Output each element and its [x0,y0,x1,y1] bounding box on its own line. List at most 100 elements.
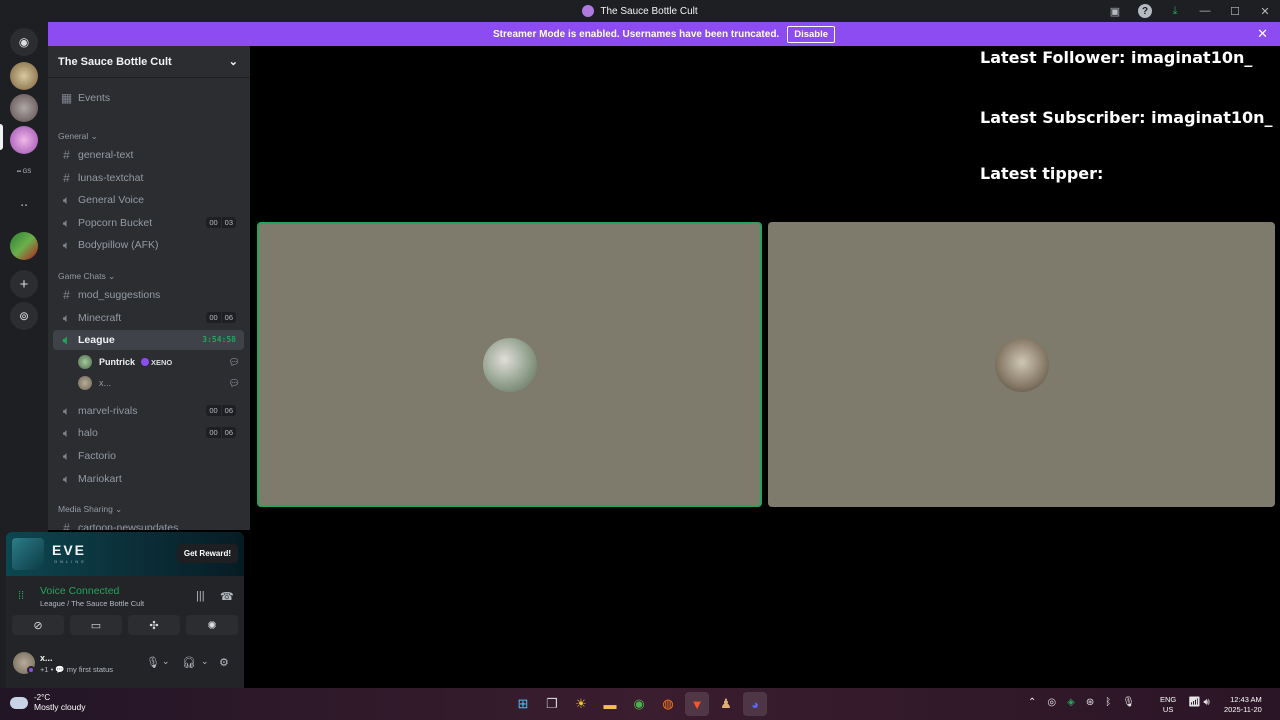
channel-minecraft[interactable]: 🔈︎ Minecraft 00 06 [53,308,244,328]
discord-icon[interactable]: ◕ [743,692,767,716]
minimize-button[interactable]: — [1190,0,1220,22]
user-count: 00 [206,427,221,438]
signal-icon[interactable]: ⁞⁞ [18,590,24,602]
guild-header[interactable]: The Sauce Bottle Cult ⌄ [48,46,250,78]
channel-mod-suggestions[interactable]: # mod_suggestions [53,285,244,305]
selected-server-pill [0,124,3,150]
channel-factorio[interactable]: 🔈︎ Factorio [53,446,244,466]
user-limit: 06 [221,427,236,438]
category-media-sharing[interactable]: Media Sharing ⌄ [58,504,122,515]
user-limit-badge: 00 06 [205,312,236,323]
channel-general-voice[interactable]: 🔈︎ General Voice [53,190,244,210]
hash-icon: # [63,148,70,162]
bluetooth-icon[interactable]: ᛒ [1105,697,1111,708]
chat-bubble-icon: 💬︎ [228,377,240,388]
nvidia-icon[interactable]: ◈ [1067,697,1075,708]
user-count: 00 [206,217,221,228]
channel-label: cartoon-newsupdates [78,522,179,530]
voice-user-name: x... [99,378,112,388]
microphone-icon[interactable]: 🎙︎ [1122,697,1135,708]
add-server-icon[interactable]: + [10,270,38,298]
voice-location[interactable]: League / The Sauce Bottle Cult [40,599,144,608]
microphone-icon[interactable]: 🎙︎ [146,656,160,669]
firefox-icon[interactable]: ◍ [656,692,680,716]
maximize-button[interactable]: ☐ [1220,0,1250,22]
channel-lunas-textchat[interactable]: # lunas-textchat [53,168,244,188]
channel-bodypillow[interactable]: 🔈︎ Bodypillow (AFK) [53,235,244,255]
activities-button[interactable]: ✣ [128,615,180,635]
guild-tag: XENO [141,358,172,367]
close-button[interactable]: ✕ [1250,0,1280,22]
promo-banner[interactable]: EVE ONLINE Get Reward! [6,532,244,576]
game-app-icon[interactable]: ♟ [714,692,738,716]
windows-start-icon[interactable]: ⊞ [511,692,535,716]
voice-user[interactable]: Puntrick XENO 💬︎ [78,353,244,371]
voice-status[interactable]: Voice Connected [40,585,119,597]
chrome-icon[interactable]: ◉ [627,692,651,716]
file-explorer-icon[interactable]: ▬ [598,692,622,716]
channel-general-text[interactable]: # general-text [53,145,244,165]
status-indicator [27,666,35,674]
input-language[interactable]: ENG US [1160,695,1176,715]
discover-icon[interactable]: ⊚ [10,302,38,330]
get-reward-button[interactable]: Get Reward! [176,544,238,563]
server-folder-icon[interactable]: ▪ ▪ [10,192,38,220]
clock[interactable]: 12:43 AM 2025-11-20 [1224,695,1262,715]
task-view-icon[interactable]: ❐ [540,692,564,716]
speaker-icon: 🔈︎ [62,425,71,440]
promo-brand: EVE [52,542,87,558]
noise-suppression-icon[interactable]: ||| [196,590,205,602]
steam-icon[interactable]: ◎ [1047,697,1056,708]
call-timer: 3:54:58 [202,335,236,344]
channel-label: general-text [78,149,134,161]
help-icon[interactable]: ? [1138,4,1152,18]
disable-button[interactable]: Disable [787,25,835,43]
server-folder-icon[interactable] [10,232,38,260]
hash-icon: # [63,288,70,302]
download-icon[interactable]: ⤓ [1160,0,1190,22]
channel-halo[interactable]: 🔈︎ halo 00 06 [53,423,244,443]
inbox-icon[interactable]: ▣ [1100,0,1130,22]
server-icon[interactable] [10,94,38,122]
category-general[interactable]: General ⌄ [58,131,98,142]
screen-share-button[interactable]: ▭ [70,615,122,635]
server-icon-selected[interactable] [10,126,38,154]
camera-off-button[interactable]: ⊘ [12,615,64,635]
channel-label: Minecraft [78,312,122,324]
voice-user[interactable]: x... 💬︎ [78,374,244,392]
chevron-down-icon[interactable]: ⌄ [201,656,209,667]
security-icon[interactable]: ⊛ [1086,697,1094,708]
custom-status[interactable]: +1 • 💬 my first status [40,665,113,674]
channel-league[interactable]: 🔈︎ League 3:54:58 [53,330,244,350]
user-count: 00 [206,405,221,416]
chevron-up-icon[interactable]: ⌃ [1028,697,1036,708]
disconnect-icon[interactable]: ☎ [220,590,234,603]
widgets-icon[interactable]: ☀ [569,692,593,716]
weather-widget[interactable]: -2°C Mostly cloudy [10,693,86,712]
channel-popcorn-bucket[interactable]: 🔈︎ Popcorn Bucket 00 03 [53,213,244,233]
channel-marvel-rivals[interactable]: 🔈︎ marvel-rivals 00 06 [53,401,244,421]
username[interactable]: x... [40,653,53,663]
server-icon[interactable] [10,62,38,90]
chevron-down-icon[interactable]: ⌄ [162,656,170,667]
category-game-chats[interactable]: Game Chats ⌄ [58,271,115,282]
participant-tile-speaking[interactable] [257,222,762,507]
close-icon[interactable]: ✕ [1257,26,1268,42]
weather-description: Mostly cloudy [34,702,86,712]
brave-icon[interactable]: ▼ [685,692,709,716]
wifi-volume-icon[interactable]: 📶︎ 🔊︎ [1188,697,1210,708]
user-panel: x... +1 • 💬 my first status 🎙︎ ⌄ 🎧︎ ⌄ ⚙ [6,640,244,688]
server-folder-icon[interactable]: ▪▪ GS [10,158,38,186]
channel-cartoon-newsupdates[interactable]: # cartoon-newsupdates [53,518,244,530]
channel-events[interactable]: ▦ Events [53,88,244,108]
category-label: Media Sharing [58,504,113,514]
discord-home-icon[interactable]: ◉ [10,28,38,56]
window-titlebar: The Sauce Bottle Cult ▣ ? ⤓ — ☐ ✕ [0,0,1280,22]
participant-tile[interactable] [768,222,1275,507]
activities-icon: ✣ [149,619,159,632]
soundboard-button[interactable]: ✺ [186,615,238,635]
headphones-icon[interactable]: 🎧︎ [182,656,196,669]
channel-mariokart[interactable]: 🔈︎ Mariokart [53,469,244,489]
settings-gear-icon[interactable]: ⚙ [219,656,229,669]
clock-date: 2025-11-20 [1224,705,1262,714]
